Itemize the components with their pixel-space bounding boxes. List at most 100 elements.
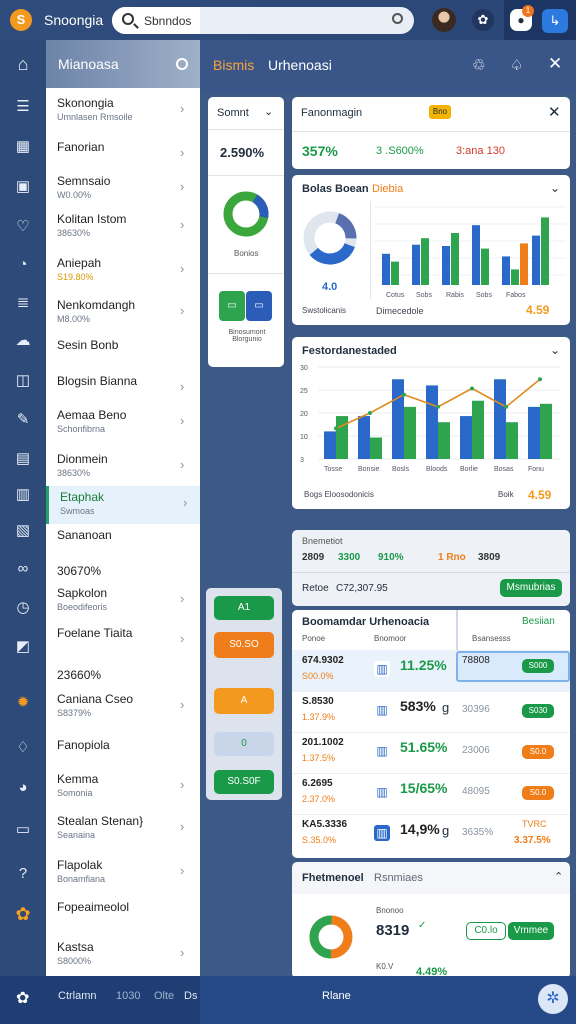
table-row[interactable]: 6.2695 2.37.0% 15/65% 48095 ▥ S0.0 [292, 773, 570, 814]
cloud-icon[interactable]: ☁ [13, 331, 33, 351]
list-item[interactable]: Fopeaimeolol [46, 896, 200, 934]
table-row[interactable]: 201.1002 1.37.5% 51.65% 23006 ▥ S0.0 [292, 732, 570, 773]
list-item[interactable]: Aemaa Beno Schonfibrna › [46, 404, 200, 442]
box-icon[interactable]: ◫ [13, 371, 33, 391]
donut-footer-label: Dimecedole [376, 306, 424, 316]
clock-icon[interactable]: ◷ [13, 598, 33, 618]
bottom-label-1[interactable]: Ctrlamn [58, 990, 97, 1002]
row-pill[interactable]: S030 [522, 704, 554, 718]
row-pill[interactable]: S0.0 [522, 745, 554, 759]
bar [324, 431, 336, 459]
list-item[interactable]: Flapolak Bonamfiana › [46, 854, 200, 892]
list-item-sub: M8.00% [57, 314, 91, 324]
columns-icon[interactable]: ▧ [13, 521, 33, 541]
trend-point [402, 392, 406, 397]
grid-icon[interactable]: ▦ [13, 137, 33, 157]
flower-icon[interactable]: ✿ [13, 904, 33, 924]
share-icon[interactable]: ♲ [472, 56, 485, 74]
list-item[interactable]: Kolitan Istom 38630% › [46, 208, 200, 246]
list-item[interactable]: Aniepah S19.80% › [46, 252, 200, 290]
list-item-sub: Seanaina [57, 830, 96, 840]
search-submit-icon[interactable] [392, 13, 403, 24]
mini-pill-5[interactable]: S0.S0F [214, 770, 274, 794]
table-icon[interactable]: ▥ [13, 485, 33, 505]
bottom-label-2[interactable]: 1030 [116, 990, 140, 1002]
x-tick-label: Borlie [460, 466, 478, 473]
close-icon[interactable]: ✕ [548, 54, 562, 74]
list-item[interactable]: Dionmein 38630% › [46, 448, 200, 486]
list-item[interactable]: Semnsaio W0.00% › [46, 170, 200, 208]
list-item[interactable]: Skonongia Umnlasen Rmsoile › [46, 92, 200, 130]
select-label[interactable]: Somnt [217, 107, 249, 119]
heart-icon[interactable]: ♡ [13, 217, 33, 237]
pie-icon[interactable]: ◕ [13, 778, 33, 798]
list-item-title: Dionmein [57, 452, 108, 466]
bottom-btn-a[interactable]: C0.lo [466, 922, 506, 940]
panel-search-icon[interactable] [176, 58, 188, 70]
table-row[interactable]: 674.9302 S00.0% 11.25% 78808 ▥ S000 [292, 650, 570, 691]
flower-icon[interactable]: ✿ [16, 988, 29, 1008]
home-icon[interactable]: ⌂ [13, 54, 33, 74]
list-item[interactable]: Fanorian › [46, 136, 200, 174]
list-item[interactable]: Sesin Bonb [46, 334, 200, 372]
list-item-title: Skonongia [57, 96, 114, 110]
list-item[interactable]: Fanopiola [46, 734, 200, 772]
monitor-icon[interactable]: ▭ [13, 820, 33, 840]
bottom-label-3[interactable]: Olte [154, 990, 174, 1002]
bell-icon[interactable]: ♤ [510, 56, 523, 74]
mini-pill-1[interactable]: A1 [214, 596, 274, 620]
avatar[interactable] [432, 8, 456, 32]
table-row[interactable]: KA5.3336 S.35.0% 14,9% 3635% g ▥ TVRC 3.37.5% [292, 814, 570, 855]
table-col3-header: Bsansesss [472, 634, 511, 643]
help-icon[interactable]: ? [13, 864, 33, 884]
close-icon[interactable]: ✕ [548, 103, 561, 121]
tools-icon[interactable]: ✎ [13, 410, 33, 430]
summary-button[interactable]: Msmubrias [500, 579, 562, 597]
gear-icon[interactable]: ✿ [472, 9, 494, 31]
list-item[interactable]: Kemma Somonia › [46, 768, 200, 806]
chart-icon[interactable]: ◔ [13, 255, 33, 275]
list-item-title: Sapkolon [57, 586, 108, 600]
bottom-btn-b[interactable]: Vmmee [508, 922, 554, 940]
app-logo[interactable]: S [10, 9, 32, 31]
mini-pill-4[interactable]: 0 [214, 732, 274, 756]
app-icon-blue[interactable]: ▭ [246, 291, 272, 321]
list-icon[interactable]: ≣ [13, 293, 33, 313]
bar [412, 244, 420, 285]
list-item[interactable]: Stealan Stenan} Seanaina › [46, 810, 200, 848]
puzzle-icon[interactable]: ✹ [13, 693, 33, 713]
row-pill[interactable]: S000 [522, 659, 554, 673]
list-item[interactable]: Kastsa S8000% › [46, 936, 200, 974]
chevron-down-icon[interactable]: ⌄ [550, 181, 560, 195]
chevron-right-icon: › [180, 777, 185, 792]
list-item[interactable]: Etaphak Swmoas › [46, 486, 200, 524]
list-item[interactable]: Caniana Cseo S8379% › [46, 688, 200, 726]
camera-icon[interactable]: ▣ [13, 177, 33, 197]
list-item-title: Fopeaimeolol [57, 900, 130, 914]
list-item[interactable]: Nenkomdangh M8.00% › [46, 294, 200, 332]
flag-icon[interactable]: ◩ [13, 637, 33, 657]
mini-pill-3[interactable]: A [214, 688, 274, 714]
list-item[interactable]: Blogsin Bianna › [46, 370, 200, 408]
app-icon-green[interactable]: ▭ [219, 291, 245, 321]
menu-icon[interactable]: ☰ [13, 97, 33, 117]
chevron-right-icon: › [180, 697, 185, 712]
report-icon[interactable]: ▤ [13, 449, 33, 469]
list-item[interactable]: Sapkolon Boeodifeoris › [46, 582, 200, 620]
user-menu-button[interactable]: ↳ [542, 9, 568, 33]
row-pill[interactable]: S0.0 [522, 786, 554, 800]
link-icon[interactable]: ∞ [13, 559, 33, 579]
list-item[interactable]: Foelane Tiaita › [46, 622, 200, 660]
shield-icon[interactable]: ♢ [13, 738, 33, 758]
chevron-down-icon[interactable]: ⌄ [550, 343, 560, 357]
mini-pill-2[interactable]: S0.SO [214, 632, 274, 658]
search-bar[interactable]: Sbnndos [112, 7, 414, 34]
bottom-center-label[interactable]: Rlane [322, 990, 351, 1002]
bottom-label-4[interactable]: Ds [184, 990, 197, 1002]
chevron-icon[interactable]: ⌃ [554, 870, 563, 883]
settings-icon[interactable]: ✲ [538, 984, 568, 1014]
table-right-header[interactable]: Besiian [522, 616, 555, 627]
list-item[interactable]: Sananoan [46, 524, 200, 562]
table-row[interactable]: S.8530 1.37.9% 583% 30396 g ▥ S030 [292, 691, 570, 732]
chevron-down-icon[interactable]: ⌄ [264, 105, 273, 118]
